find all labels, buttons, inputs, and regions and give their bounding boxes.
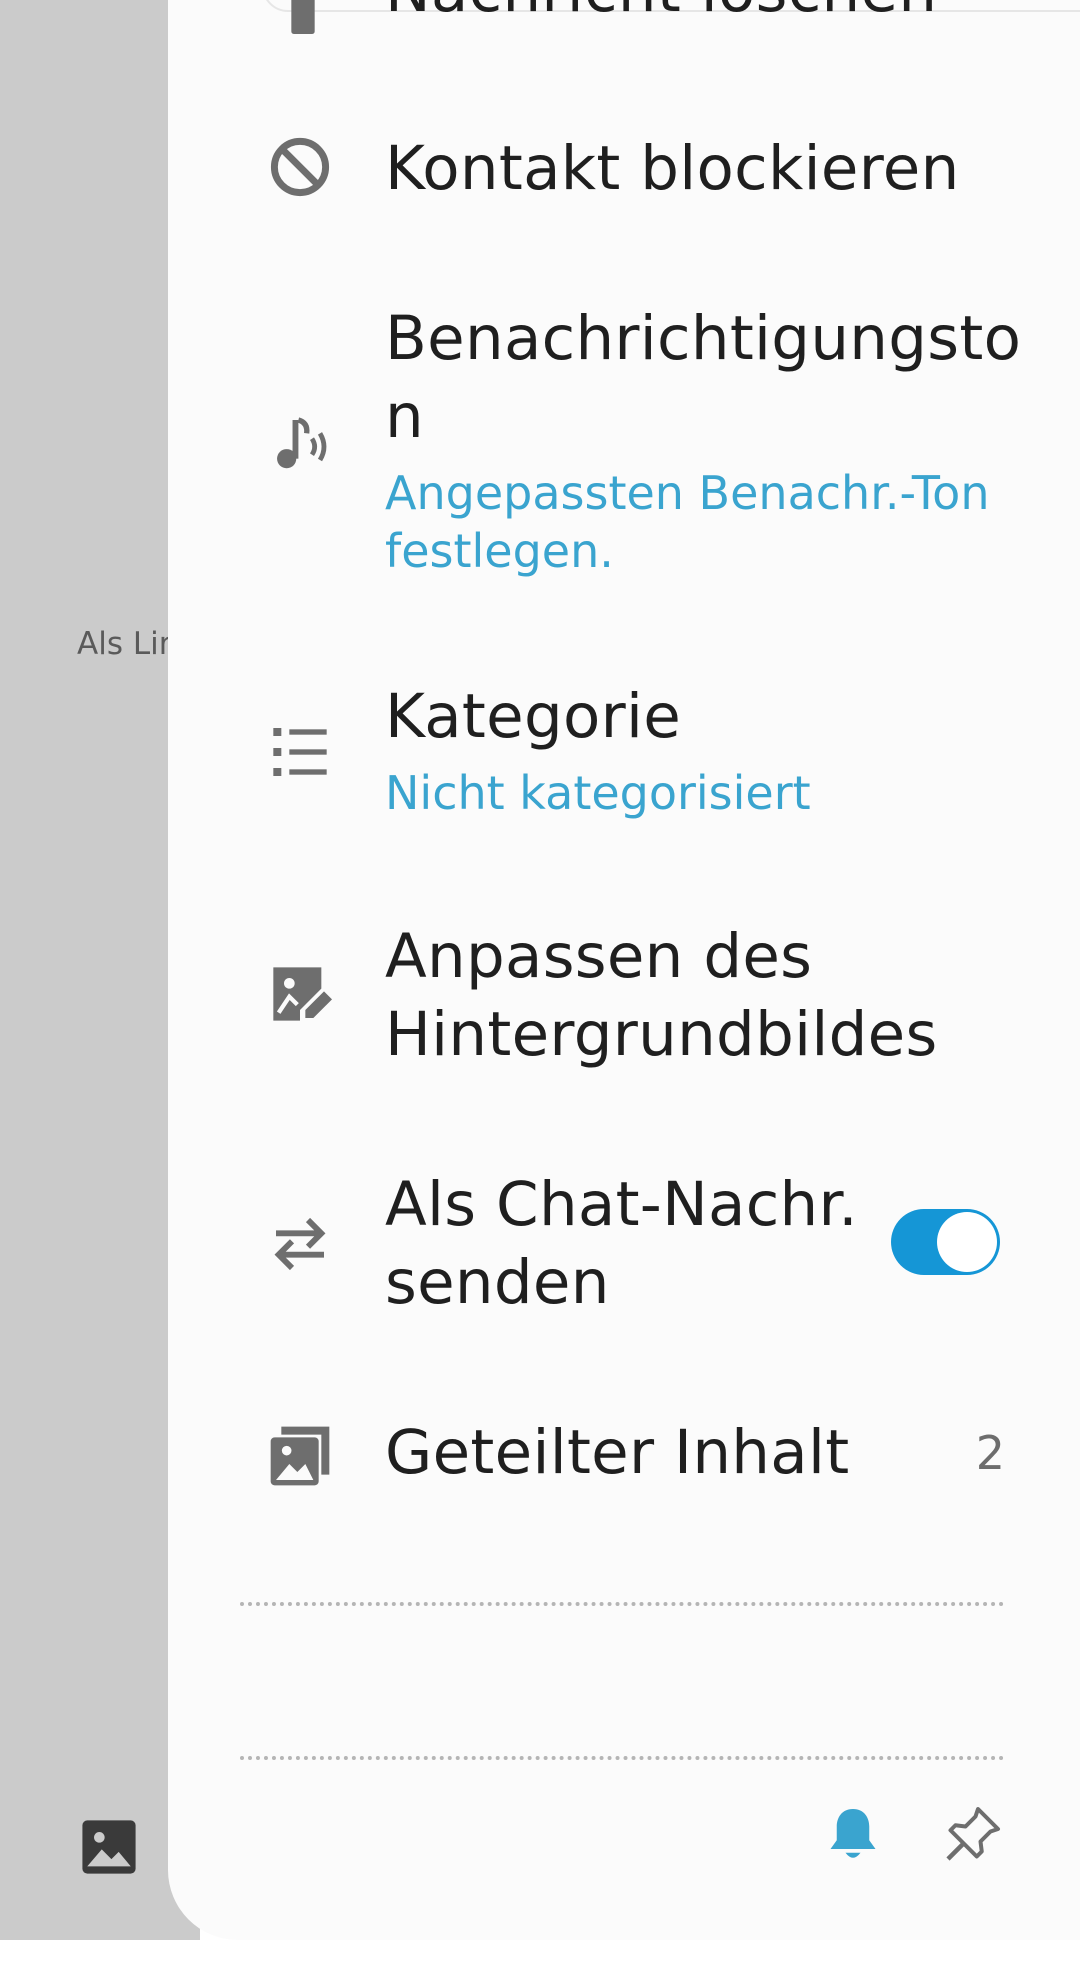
divider [240,1756,1004,1760]
menu-item-delete-message[interactable]: Nachricht löschen [168,0,1080,34]
chat-options-drawer: Nachricht löschen Kontakt blockieren Ben… [168,0,1080,1940]
gallery-icon [270,1426,330,1486]
block-icon [270,137,330,197]
backdrop-label: Als Lin [77,626,179,662]
menu-item-label-line1: Anpassen des [385,921,813,992]
shared-content-count: 2 [975,1426,1005,1480]
menu-item-wallpaper[interactable]: Anpassen des Hintergrundbildes [168,918,1080,1078]
menu-item-shared-content[interactable]: Geteilter Inhalt [168,1414,1080,1494]
menu-item-label: Nachricht löschen [385,0,985,30]
divider [240,1602,1004,1606]
menu-item-label: Kontakt blockieren [385,133,960,204]
menu-item-notification-tone[interactable]: Benachrichtigungsto n Angepassten Benach… [168,300,1080,590]
menu-item-sublabel-line1: Angepassten Benachr.-Ton [385,466,990,520]
send-as-chat-toggle[interactable] [891,1209,1000,1275]
menu-item-sublabel: Nicht kategorisiert [385,766,811,820]
gallery-icon[interactable] [80,1818,138,1876]
trash-icon [291,0,315,34]
toggle-knob [937,1212,997,1272]
menu-item-label-line2: n [385,381,424,452]
menu-item-block-contact[interactable]: Kontakt blockieren [168,120,1080,220]
swap-arrows-icon [274,1217,326,1271]
menu-item-category[interactable]: Kategorie Nicht kategorisiert [168,678,1080,828]
bell-icon[interactable] [823,1804,883,1864]
menu-item-sublabel-line2: festlegen. [385,524,614,578]
menu-item-label-line2: Hintergrundbildes [385,999,938,1070]
music-note-icon [277,417,327,469]
list-icon [273,728,327,776]
menu-item-label: Geteilter Inhalt [385,1417,850,1488]
menu-item-label-line1: Benachrichtigungsto [385,303,1022,374]
screen: Als Lin Nachricht löschen Kontakt blocki… [0,0,1080,1966]
pin-icon[interactable] [943,1804,1003,1864]
image-edit-icon [273,967,332,1021]
menu-item-label: Kategorie [385,681,682,752]
